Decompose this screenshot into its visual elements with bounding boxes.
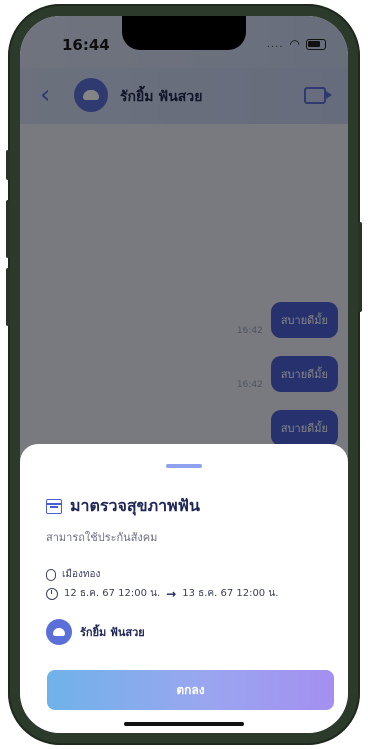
tooth-icon [53, 628, 65, 636]
sheet-title-row: มาตรวจสุขภาพฟัน [46, 494, 200, 519]
appointment-sheet: มาตรวจสุขภาพฟัน สามารถใช้ประกันสังคม เมื… [20, 444, 348, 733]
doctor-row: รักยิ้ม ฟันสวย [46, 619, 145, 645]
location-pin-icon [46, 568, 56, 581]
location-row: เมืองทอง [46, 567, 100, 582]
location-text: เมืองทอง [62, 569, 101, 580]
volume-up-button [6, 200, 10, 258]
end-time: 13 ธ.ค. 67 12:00 น. [182, 588, 279, 599]
time-row: 12 ธ.ค. 67 12:00 น. → 13 ธ.ค. 67 12:00 น… [46, 586, 278, 601]
sheet-subtitle: สามารถใช้ประกันสังคม [46, 531, 158, 544]
doctor-avatar [46, 619, 72, 645]
power-button [358, 222, 362, 312]
doctor-name: รักยิ้ม ฟันสวย [80, 626, 145, 639]
home-indicator[interactable] [124, 722, 244, 726]
volume-down-button [6, 268, 10, 326]
sheet-drag-handle[interactable] [166, 464, 202, 468]
clock-icon [46, 587, 58, 600]
phone-screen: 16:44 .... ◠ ‹ รักยิ้ม ฟันสวย 16:42 สบาย… [20, 16, 348, 733]
confirm-button[interactable]: ตกลง [47, 670, 334, 710]
arrow-right-icon: → [166, 586, 177, 601]
mute-switch [6, 150, 10, 180]
start-time: 12 ธ.ค. 67 12:00 น. [64, 588, 161, 599]
sheet-title: มาตรวจสุขภาพฟัน [70, 496, 200, 515]
calendar-icon [46, 499, 62, 514]
